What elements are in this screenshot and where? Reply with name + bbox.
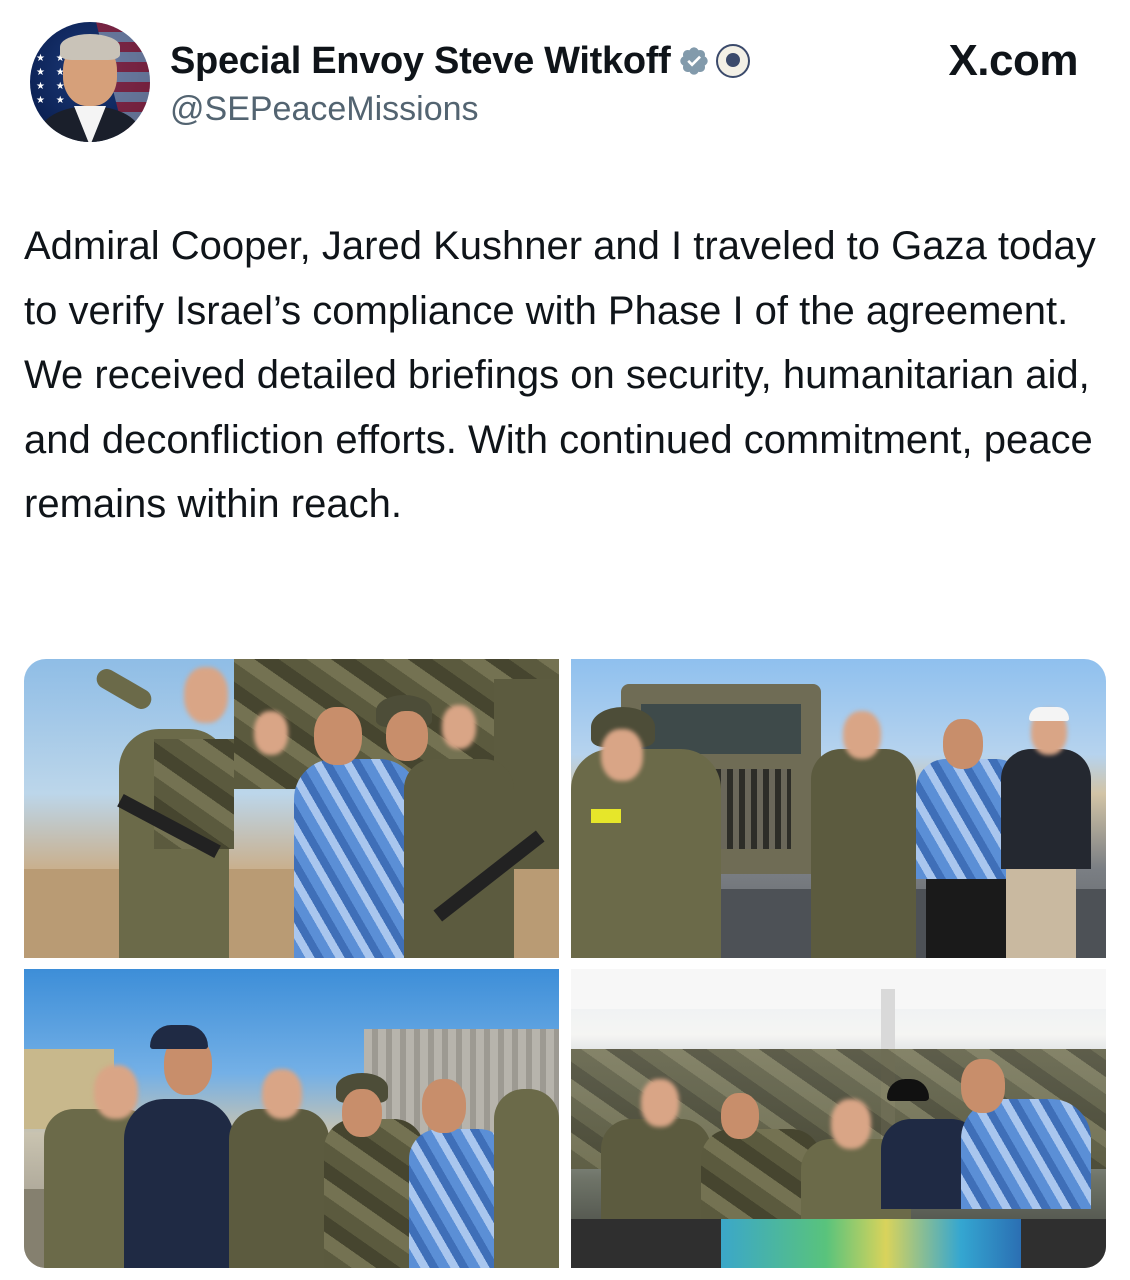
author-handle[interactable]: @SEPeaceMissions — [170, 90, 479, 129]
source-label: X.com — [948, 36, 1078, 85]
author-avatar[interactable]: ★ ★ ★ ★ ★ ★ ★ ★ — [30, 22, 150, 142]
verified-badge-icon[interactable] — [678, 45, 710, 77]
avatar-hair — [60, 34, 120, 60]
media-grid — [24, 659, 1106, 1268]
author-display-name[interactable]: Special Envoy Steve Witkoff — [170, 40, 671, 83]
media-photo-3[interactable] — [24, 969, 559, 1268]
media-photo-2[interactable] — [571, 659, 1106, 958]
tweet-text: Admiral Cooper, Jared Kushner and I trav… — [24, 224, 1096, 526]
media-photo-4[interactable] — [571, 969, 1106, 1268]
tweet-header: ★ ★ ★ ★ ★ ★ ★ ★ Special Envoy Steve Witk… — [24, 20, 1106, 150]
media-photo-1[interactable] — [24, 659, 559, 958]
state-department-seal-icon — [716, 44, 751, 78]
author-name-row: Special Envoy Steve Witkoff — [170, 38, 751, 84]
